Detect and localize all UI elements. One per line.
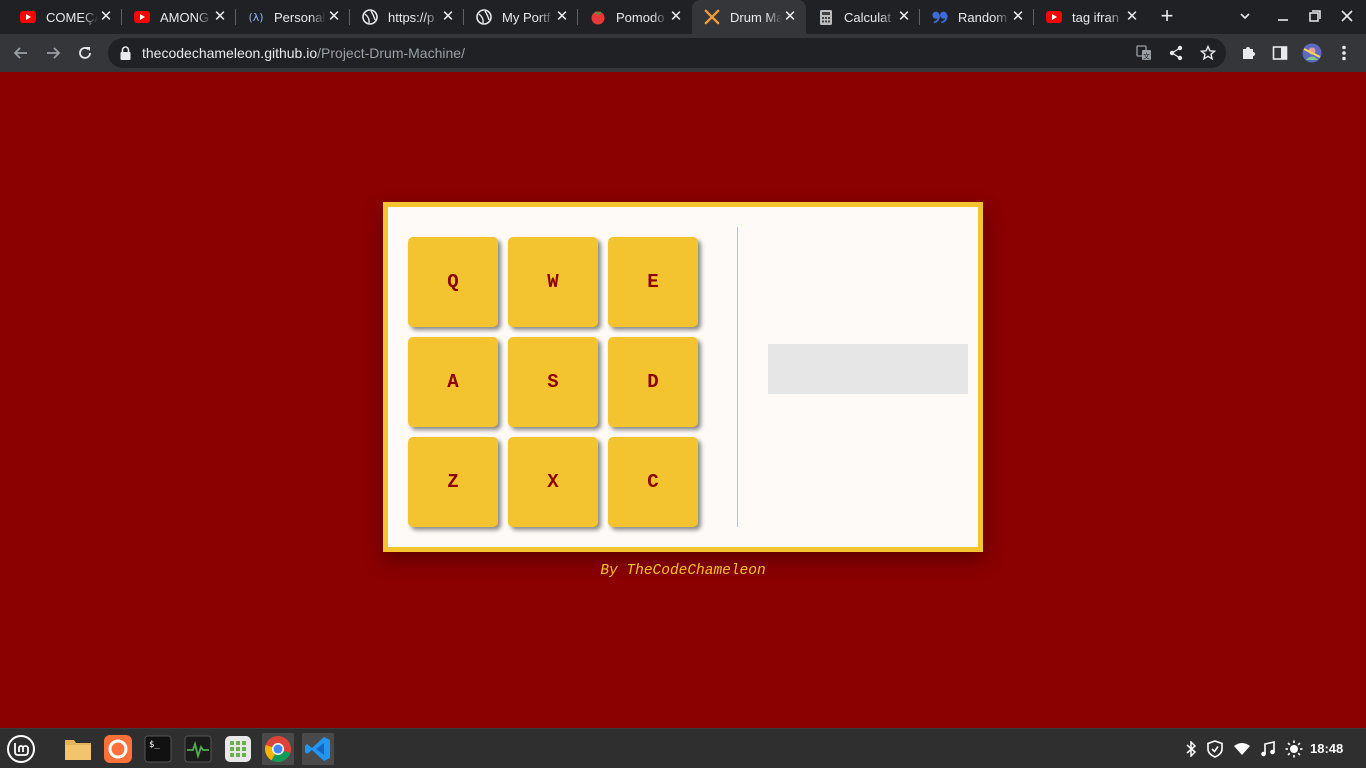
reload-icon[interactable] (72, 40, 98, 66)
close-icon[interactable]: ✕ (326, 9, 342, 25)
tab-7[interactable]: Calculat ✕ (806, 0, 920, 34)
tab-strip: COMEÇA ✕ AMONG ✕ (λ) Personal ✕ https://… (0, 0, 1366, 34)
tab-search-icon[interactable] (1234, 6, 1256, 28)
close-icon[interactable]: ✕ (98, 9, 114, 25)
divider (737, 227, 738, 527)
freecodecamp-icon (704, 9, 720, 25)
drum-pad-w[interactable]: W (508, 237, 598, 327)
tab-1[interactable]: AMONG ✕ (122, 0, 236, 34)
files-icon[interactable] (62, 733, 94, 765)
minimize-icon[interactable] (1272, 6, 1294, 28)
close-icon[interactable]: ✕ (896, 9, 912, 25)
close-icon[interactable]: ✕ (668, 9, 684, 25)
close-icon[interactable]: ✕ (212, 9, 228, 25)
share-icon[interactable] (1168, 45, 1184, 61)
drum-pad-q[interactable]: Q (408, 237, 498, 327)
youtube-icon (20, 9, 36, 25)
lock-icon[interactable] (120, 46, 131, 65)
restore-icon[interactable] (1304, 6, 1326, 28)
drum-pad-c[interactable]: C (608, 437, 698, 527)
youtube-icon (134, 9, 150, 25)
tab-title: https://p (388, 9, 435, 25)
tab-5[interactable]: Pomodo ✕ (578, 0, 692, 34)
taskbar: $_ 18:48 (0, 728, 1366, 768)
tab-8[interactable]: Random ✕ (920, 0, 1034, 34)
tab-3[interactable]: https://p ✕ (350, 0, 464, 34)
pad-grid: QWE ASD ZXC (408, 237, 708, 537)
drum-pad-z[interactable]: Z (408, 437, 498, 527)
url-domain: thecodechameleon.github.io (142, 45, 318, 61)
menu-icon[interactable] (1334, 43, 1354, 63)
close-icon[interactable]: ✕ (1010, 9, 1026, 25)
drum-pad-e[interactable]: E (608, 237, 698, 327)
music-note-icon[interactable] (1259, 740, 1277, 758)
tomato-icon (590, 9, 606, 25)
url-text: thecodechameleon.github.io/Project-Drum-… (142, 45, 465, 61)
bookmark-star-icon[interactable] (1199, 44, 1217, 61)
svg-text:(λ): (λ) (248, 11, 263, 24)
close-icon[interactable]: ✕ (1124, 9, 1140, 25)
drum-machine: QWE ASD ZXC (383, 202, 983, 552)
tab-0[interactable]: COMEÇA ✕ (8, 0, 122, 34)
chrome-icon[interactable] (262, 733, 294, 765)
url-path: /Project-Drum-Machine/ (317, 45, 465, 61)
shield-icon[interactable] (1206, 740, 1224, 758)
address-bar[interactable]: thecodechameleon.github.io/Project-Drum-… (108, 38, 1226, 68)
brightness-icon[interactable] (1285, 740, 1303, 758)
tab-title: AMONG (160, 9, 210, 25)
svg-text:文: 文 (1143, 52, 1150, 61)
forward-icon[interactable] (40, 40, 66, 66)
system-monitor-icon[interactable] (182, 733, 214, 765)
browser-toolbar: thecodechameleon.github.io/Project-Drum-… (0, 34, 1366, 72)
calculator-icon (818, 9, 834, 25)
youtube-icon (1046, 9, 1062, 25)
close-icon[interactable]: ✕ (782, 9, 798, 25)
globe-icon (476, 9, 492, 25)
tab-title: Pomodo (616, 9, 665, 25)
firefox-icon[interactable] (102, 733, 134, 765)
tab-title: Random (958, 9, 1008, 25)
tab-9[interactable]: tag ifran ✕ (1034, 0, 1148, 34)
tab-title: Calculat (844, 9, 891, 25)
vscode-icon[interactable] (302, 733, 334, 765)
tab-title: Drum Ma (730, 9, 782, 25)
quote-icon (932, 9, 948, 25)
linux-mint-menu-icon[interactable] (5, 733, 37, 765)
clock[interactable]: 18:48 (1310, 741, 1343, 756)
new-tab-button[interactable]: + (1156, 5, 1178, 28)
close-icon[interactable]: ✕ (440, 9, 456, 25)
svg-text:$_: $_ (149, 740, 160, 750)
side-panel-icon[interactable] (1270, 43, 1290, 63)
terminal-icon[interactable]: $_ (142, 733, 174, 765)
globe-icon (362, 9, 378, 25)
extensions-icon[interactable] (1238, 43, 1258, 63)
drum-pad-a[interactable]: A (408, 337, 498, 427)
tab-2[interactable]: (λ) Personal ✕ (236, 0, 350, 34)
tab-4[interactable]: My Portf ✕ (464, 0, 578, 34)
drum-pad-d[interactable]: D (608, 337, 698, 427)
close-window-icon[interactable] (1336, 6, 1358, 28)
display (768, 344, 968, 394)
tab-title: tag ifran (1072, 9, 1119, 25)
tab-title: Personal (274, 9, 326, 25)
wifi-icon[interactable] (1233, 740, 1251, 758)
drum-pad-s[interactable]: S (508, 337, 598, 427)
back-icon[interactable] (8, 40, 34, 66)
profile-avatar[interactable] (1302, 43, 1322, 63)
tab-6[interactable]: Drum Ma ✕ (692, 0, 806, 34)
close-icon[interactable]: ✕ (554, 9, 570, 25)
bluetooth-icon[interactable] (1182, 740, 1200, 758)
tab-title: COMEÇA (46, 9, 98, 25)
credit-text: By TheCodeChameleon (600, 563, 766, 579)
drum-pad-x[interactable]: X (508, 437, 598, 527)
lambda-icon: (λ) (248, 9, 264, 25)
translate-icon[interactable]: 文 (1136, 45, 1152, 61)
calculator-app-icon[interactable] (222, 733, 254, 765)
tab-title: My Portf (502, 9, 551, 25)
